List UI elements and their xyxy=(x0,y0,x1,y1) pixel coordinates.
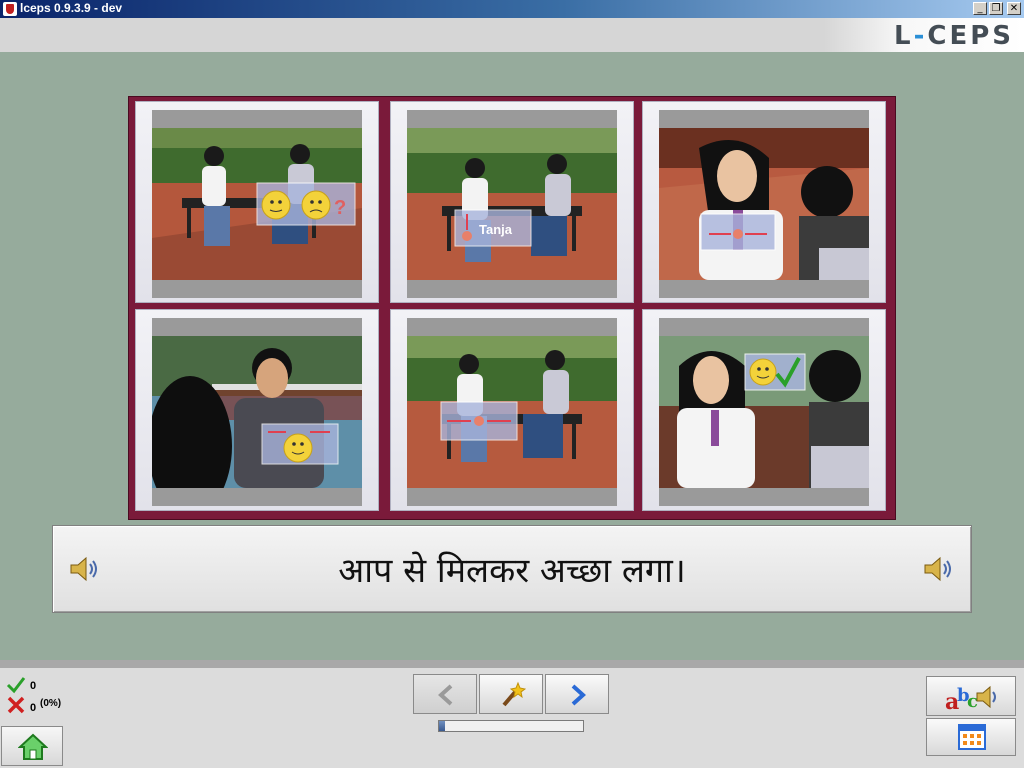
checkmark-icon xyxy=(6,677,26,694)
play-audio-right-button[interactable] xyxy=(921,554,957,584)
calendar-grid-icon xyxy=(958,724,986,750)
photo-bench-arrows xyxy=(407,336,617,488)
previous-button[interactable] xyxy=(413,674,477,714)
close-button[interactable]: ✕ xyxy=(1007,2,1021,15)
hint-button[interactable] xyxy=(479,674,543,714)
svg-text:?: ? xyxy=(334,197,346,219)
score-stats: 0 0 (0%) xyxy=(6,676,86,724)
abc-speaker-icon: a b c xyxy=(945,685,996,713)
score-percent: (0%) xyxy=(40,698,62,709)
image-card-4[interactable] xyxy=(135,309,379,511)
image-card-3[interactable] xyxy=(642,101,886,303)
window-title: lceps 0.9.3.9 - dev xyxy=(20,1,123,15)
photo-bench-conversation: ? xyxy=(152,128,362,280)
restore-button[interactable]: ❐ xyxy=(989,2,1003,15)
magic-wand-icon xyxy=(502,681,526,707)
photo-man-closeup xyxy=(152,336,362,488)
image-card-6[interactable] xyxy=(642,309,886,511)
wrong-count: 0 xyxy=(30,702,37,714)
correct-count: 0 xyxy=(30,680,37,692)
home-icon xyxy=(18,733,48,760)
image-grid: ? Tanja xyxy=(128,96,896,520)
photo-bench-name-tag: Tanja xyxy=(407,128,617,280)
speaker-icon xyxy=(924,556,951,582)
speaker-icon xyxy=(70,556,97,582)
sentence-panel: आप से मिलकर अच्छा लगा। xyxy=(52,525,972,613)
photo-woman-smiling xyxy=(659,336,869,488)
cross-icon xyxy=(7,696,25,714)
svg-text:c: c xyxy=(967,691,978,712)
arrow-left-icon xyxy=(438,684,453,706)
lceps-logo: L-CEPS xyxy=(894,21,1014,51)
minimize-button[interactable]: _ xyxy=(973,2,987,15)
pronunciation-button[interactable]: a b c xyxy=(926,676,1016,716)
minimize-icon: _ xyxy=(977,3,983,14)
home-button[interactable] xyxy=(1,726,63,766)
footer-bar: 0 0 (0%) a b c xyxy=(0,668,1024,768)
image-card-5[interactable] xyxy=(390,309,634,511)
exercise-grid-button[interactable] xyxy=(926,718,1016,756)
title-bar: lceps 0.9.3.9 - dev _ ❐ ✕ xyxy=(0,0,1024,18)
play-audio-left-button[interactable] xyxy=(67,554,103,584)
progress-fill xyxy=(439,721,445,731)
sentence-text: आप से मिलकर अच्छा लगा। xyxy=(338,551,686,591)
arrow-right-icon xyxy=(571,684,586,706)
restore-icon: ❐ xyxy=(991,3,1001,14)
main-area: ? Tanja आप से मिलकर अच्छा लगा। xyxy=(0,52,1024,660)
next-button[interactable] xyxy=(545,674,609,714)
photo-woman-closeup xyxy=(659,128,869,280)
header-band: L-CEPS xyxy=(0,18,1024,52)
java-app-icon xyxy=(3,2,17,16)
name-tag-label: Tanja xyxy=(479,222,513,237)
progress-bar xyxy=(438,720,584,732)
close-icon: ✕ xyxy=(1009,3,1019,14)
image-card-1[interactable]: ? xyxy=(135,101,379,303)
image-card-2[interactable]: Tanja xyxy=(390,101,634,303)
